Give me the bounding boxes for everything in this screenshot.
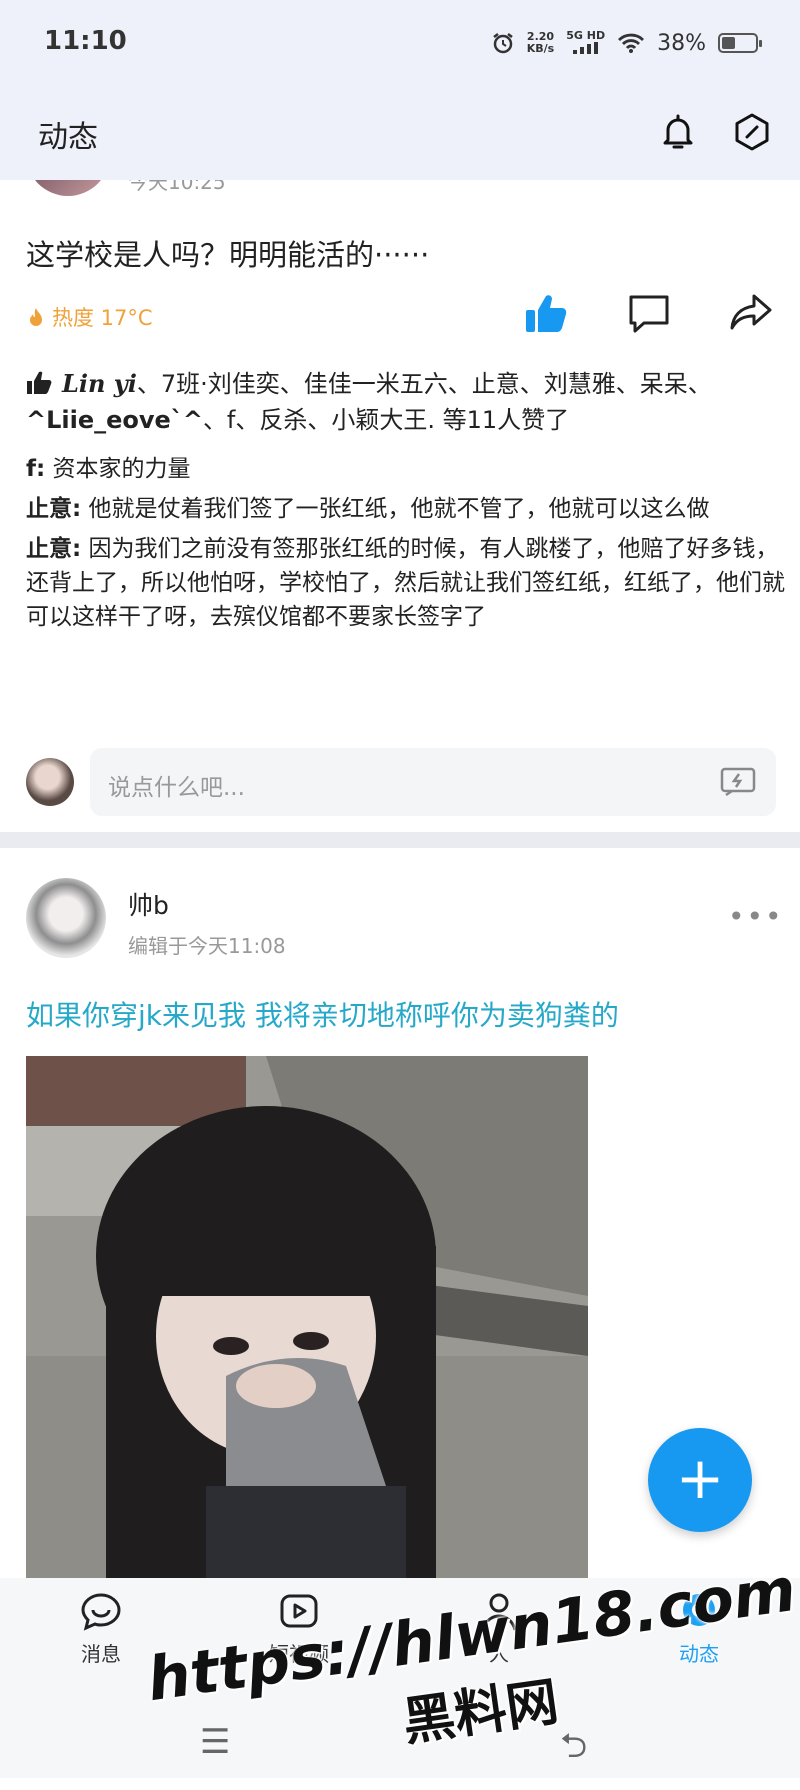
post-photo[interactable] [26, 1056, 588, 1578]
comment-author[interactable]: 止意: [26, 496, 81, 522]
flame-icon [30, 308, 42, 326]
reply-placeholder: 说点什么吧... [108, 775, 245, 801]
heat-indicator: 热度 17°C [28, 302, 153, 332]
author-name[interactable]: 帅b [128, 886, 169, 922]
thumb-up-icon [27, 371, 52, 394]
post-text[interactable]: 如果你穿jk来见我 我将亲切地称呼你为卖狗粪的 [26, 994, 619, 1034]
chat-bubble-icon [81, 1593, 121, 1631]
signal-icon [572, 41, 598, 54]
liker-name-bold[interactable]: ^Liie_eove`^ [26, 406, 203, 434]
status-bar: 11:10 2.20 KB/s 5G HD 38% [0, 0, 800, 88]
plus-icon: + [675, 1444, 725, 1512]
section-divider [0, 832, 800, 848]
reply-row: 说点什么吧... [26, 748, 776, 816]
status-time: 11:10 [44, 26, 127, 56]
status-indicators: 2.20 KB/s 5G HD 38% [491, 26, 762, 60]
wifi-icon [618, 33, 645, 53]
likes-list[interactable]: Lin yi、7班·刘佳奕、佳佳一米五六、止意、刘慧雅、呆呆、 ^Liie_eov… [26, 366, 776, 438]
author-avatar[interactable] [26, 878, 106, 958]
liker-name[interactable]: Lin yi [62, 369, 137, 398]
current-user-avatar [26, 758, 74, 806]
comment-item[interactable]: f: 资本家的力量 [26, 452, 786, 486]
hexagon-settings-icon[interactable] [730, 110, 774, 154]
heat-text: 热度 17°C [52, 306, 153, 330]
battery-percent: 38% [657, 30, 706, 56]
photo-image [26, 1056, 588, 1578]
signal-indicator: 5G HD [566, 29, 605, 57]
tab-label: 消息 [81, 1642, 121, 1666]
share-icon[interactable] [726, 288, 776, 338]
more-options-button[interactable]: ••• [728, 900, 784, 933]
comment-text: 资本家的力量 [45, 456, 191, 482]
page-title: 动态 [38, 120, 98, 155]
alarm-icon [493, 33, 513, 54]
post-time: 编辑于今天11:08 [128, 934, 286, 958]
bell-icon[interactable] [656, 110, 700, 154]
comment-item[interactable]: 止意: 他就是仗着我们签了一张红纸，他就不管了，他就可以这么做 [26, 492, 786, 526]
comment-text: 他就是仗着我们签了一张红纸，他就不管了，他就可以这么做 [81, 496, 710, 522]
reply-input[interactable]: 说点什么吧... [90, 748, 776, 816]
quick-reply-icon[interactable] [720, 766, 756, 798]
comment-text: 因为我们之前没有签那张红纸的时候，有人跳楼了，他赔了好多钱，还背上了，所以他怕呀… [26, 536, 785, 630]
create-post-button[interactable]: + [648, 1428, 752, 1532]
post-card: 今天10:25 这学校是人吗？明明能活的······ 热度 17°C Lin y… [0, 180, 800, 832]
net-speed: 2.20 KB/s [526, 30, 555, 55]
post-text[interactable]: 这学校是人吗？明明能活的······ [26, 232, 429, 274]
comments-list: f: 资本家的力量 止意: 他就是仗着我们签了一张红纸，他就不管了，他就可以这么… [26, 452, 786, 640]
battery-icon [718, 33, 762, 53]
comment-author[interactable]: 止意: [26, 536, 81, 562]
app-header: 动态 [0, 88, 800, 180]
likers-text-b: 、f、反杀、小颖大王. 等11人赞了 [202, 406, 570, 434]
likers-text-a: 、7班·刘佳奕、佳佳一米五六、止意、刘慧雅、呆呆、 [136, 370, 712, 398]
comment-item[interactable]: 止意: 因为我们之前没有签那张红纸的时候，有人跳楼了，他赔了好多钱，还背上了，所… [26, 532, 786, 634]
like-button-icon[interactable] [522, 288, 572, 338]
avatar[interactable] [26, 180, 110, 196]
comment-icon[interactable] [624, 288, 674, 338]
post-time: 今天10:25 [128, 180, 226, 194]
tab-messages[interactable]: 消息 [46, 1590, 156, 1667]
comment-author[interactable]: f: [26, 456, 45, 482]
